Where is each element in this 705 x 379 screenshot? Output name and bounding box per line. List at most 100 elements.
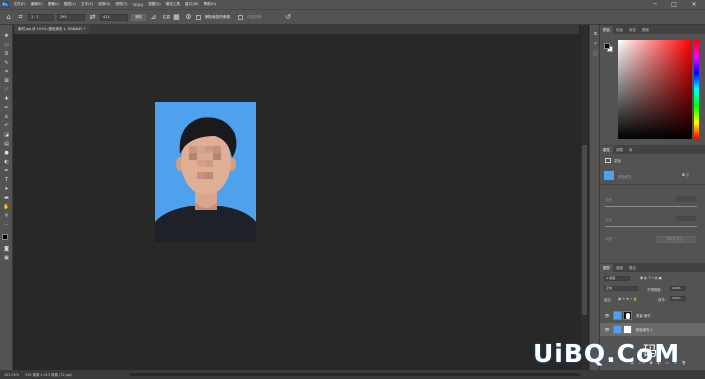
feather-field[interactable] [676,216,696,221]
menu-plugins[interactable]: 增效工具 [163,2,182,7]
pen-tool-icon[interactable]: ✒ [2,168,11,175]
horizontal-scrollbar[interactable] [130,373,580,376]
layer-kind-filter[interactable]: Q 类型 [604,276,630,281]
type-tool-icon[interactable]: T [2,177,11,184]
gradient-tool-icon[interactable]: ▤ [2,141,11,148]
clone-stamp-tool-icon[interactable]: ♙ [2,114,11,121]
straighten-label[interactable]: 拉直 [163,15,170,20]
mask-icon [605,158,611,163]
vertical-scrollbar[interactable] [581,25,588,370]
menu-filter[interactable]: 滤镜(T) [113,2,130,7]
healing-brush-tool-icon[interactable]: ✚ [2,96,11,103]
opacity-field[interactable]: 100% [670,286,686,291]
crop-tool-icon[interactable]: ⌗ [2,69,11,76]
quick-mask-icon[interactable]: ◙ [2,246,11,253]
eyedropper-tool-icon[interactable]: ⟋ [2,87,11,94]
feather-slider[interactable] [605,226,697,227]
tab-paths[interactable]: 路径 [626,264,639,272]
move-tool-icon[interactable]: ✥ [2,33,11,40]
layer-row[interactable]: 👁 背景 拷贝 [600,309,705,322]
eye-icon[interactable]: 👁 [604,313,610,318]
layer-name[interactable]: 颜色填充 1 [636,327,653,332]
menu-select[interactable]: 选择(S) [96,2,113,7]
dodge-tool-icon[interactable]: ◐ [2,159,11,166]
history-icon[interactable]: ⧖ [592,31,599,38]
tab-adjustments[interactable]: 调整 [613,146,626,154]
eraser-tool-icon[interactable]: ◪ [2,132,11,139]
more-tools-icon[interactable]: ⋯ [2,222,11,229]
tab-properties[interactable]: 属性 [600,146,613,154]
pixel-mask-icon[interactable]: ◘ ◫ [682,173,689,177]
menu-3d[interactable]: 3D(D) [130,3,146,7]
menu-file[interactable]: 文件(F) [11,2,28,7]
fill-field[interactable]: 100% [670,296,686,301]
brush-tool-icon[interactable]: ✏ [2,105,11,112]
tab-color[interactable]: 颜色 [600,26,613,34]
color-picker-field[interactable] [618,40,692,139]
rectangle-tool-icon[interactable]: ▬ [2,195,11,202]
color-panel-foreground-swatch[interactable] [604,43,610,49]
frame-tool-icon[interactable]: ⊠ [2,78,11,85]
delete-pixels-checkbox[interactable] [195,14,201,20]
info-icon[interactable]: ⓘ [592,51,599,58]
hand-tool-icon[interactable]: ✋ [2,204,11,211]
path-select-tool-icon[interactable]: ➤ [2,186,11,193]
zoom-level[interactable]: 101.05% [4,373,19,377]
straighten-icon[interactable]: ⊿ [149,13,158,22]
zoom-tool-icon[interactable]: ⚲ [2,213,11,220]
menu-window[interactable]: 窗口(W) [183,2,202,7]
menu-layer[interactable]: 图层(L) [61,2,78,7]
hue-slider[interactable] [694,40,699,139]
content-aware-checkbox[interactable] [238,14,244,20]
eye-icon[interactable]: 👁 [604,327,610,332]
tab-libraries[interactable]: 库 [626,146,636,154]
menu-type[interactable]: 文字(Y) [78,2,95,7]
brush-settings-icon[interactable]: ✧ [592,41,599,48]
options-bar: ⌂ ⌗ 1 : 1 295 ⇄ 413 清除 ⊿ 拉直 ▦ ⚙ 删除裁剪的像素 … [0,9,705,25]
tab-channels[interactable]: 通道 [613,264,626,272]
reset-icon[interactable]: ↺ [284,13,293,22]
blend-mode-select[interactable]: 正常 [604,286,638,291]
menu-help[interactable]: 帮助(H) [201,2,219,7]
crop-height-field[interactable]: 413 [100,13,128,21]
properties-panel-tabs: 属性 调整 库 [600,145,705,154]
layer-filter-icons[interactable]: ▣ ◐ T ⌗ ▤ ● [640,276,662,280]
select-and-mask-button[interactable]: 选择并遮住... [656,236,696,243]
foreground-color-swatch[interactable] [2,234,8,240]
density-slider[interactable] [605,206,697,207]
crop-width-field[interactable]: 295 [57,13,85,21]
crop-tool-icon[interactable]: ⌗ [16,13,25,22]
swap-dimensions-icon[interactable]: ⇄ [88,13,97,22]
screen-mode-icon[interactable]: ▣ [2,255,11,262]
tab-layers[interactable]: 图层 [600,264,613,272]
menu-image[interactable]: 图像(I) [45,2,61,7]
layer-name[interactable]: 背景 拷贝 [636,313,651,318]
document-tab[interactable]: 素材.jpg @ 101% (颜色填充 1, RGB/8#) * [14,25,90,34]
lock-icons[interactable]: ▦ ✎ ✥ ⌗ 🔒 [618,297,637,301]
overlay-grid-icon[interactable]: ▦ [172,13,181,22]
document-info[interactable]: 295 像素 x 413 像素 (72 ppi) [25,372,72,377]
tab-swatches[interactable]: 色板 [613,26,626,34]
tab-gradients[interactable]: 渐变 [626,26,639,34]
lasso-tool-icon[interactable]: ᘐ [2,51,11,58]
id-photo[interactable] [155,102,256,242]
blur-tool-icon[interactable]: ● [2,150,11,157]
history-brush-tool-icon[interactable]: ↶ [2,123,11,130]
quick-select-tool-icon[interactable]: ✎ [2,60,11,67]
clear-button[interactable]: 清除 [131,13,146,21]
density-field[interactable] [676,196,696,201]
layer-row-selected[interactable]: 👁 颜色填充 1 [600,323,705,336]
tab-patterns[interactable]: 图案 [639,26,652,34]
gear-icon[interactable]: ⚙ [184,13,193,22]
close-button[interactable]: ✕ [687,0,701,9]
canvas-area[interactable] [14,34,579,370]
home-icon[interactable]: ⌂ [4,13,13,22]
scrollbar-thumb[interactable] [582,145,587,315]
minimize-button[interactable]: ─ [648,0,662,9]
fill-label: 填充: [658,298,666,302]
maximize-button[interactable]: □ [667,0,681,9]
ratio-select[interactable]: 1 : 1 [28,13,54,21]
menu-edit[interactable]: 编辑(E) [28,2,45,7]
menu-view[interactable]: 视图(V) [146,2,163,7]
marquee-tool-icon[interactable]: ▭ [2,42,11,49]
